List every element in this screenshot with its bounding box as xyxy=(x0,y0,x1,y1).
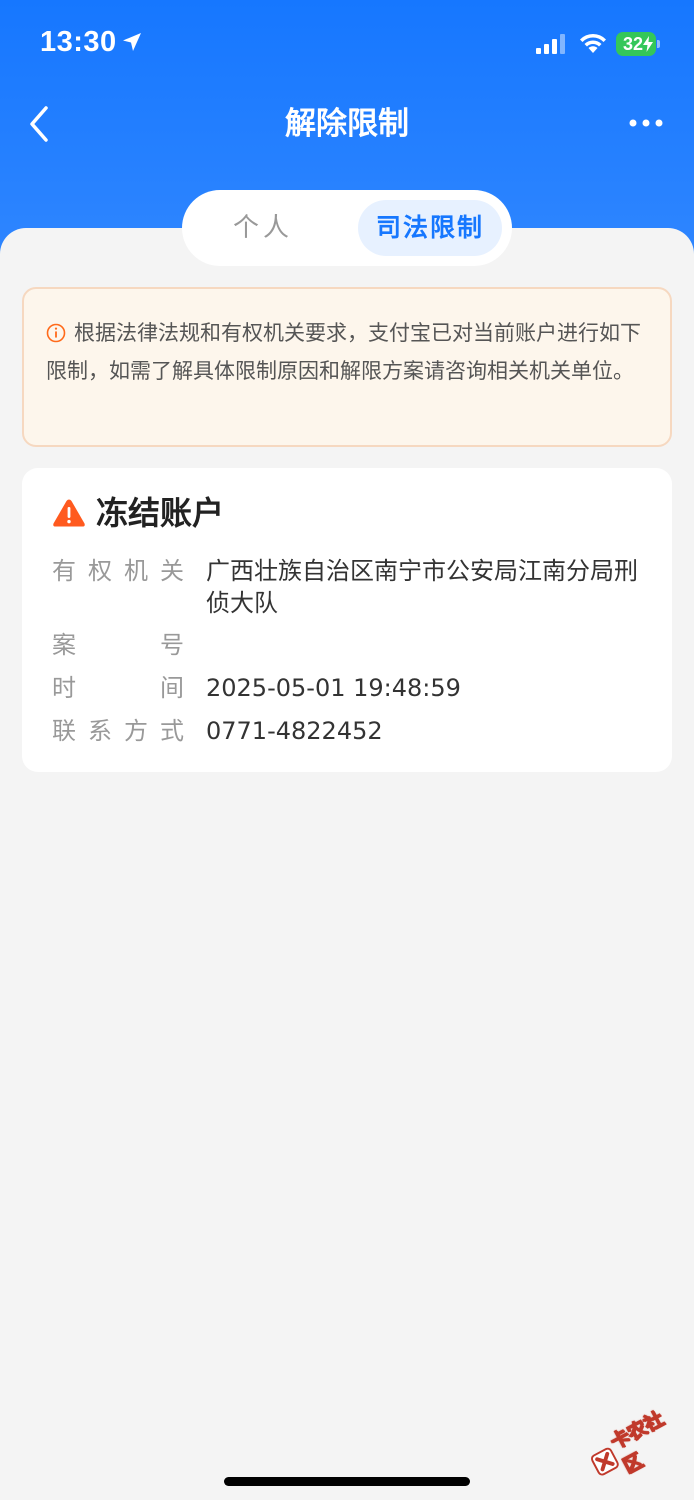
notice-text-container: 根据法律法规和有权机关要求，支付宝已对当前账户进行如下限制，如需了解具体限制原因… xyxy=(46,315,648,390)
label-char: 机 xyxy=(124,557,148,585)
value-authority: 广西壮族自治区南宁市公安局江南分局刑侦大队 xyxy=(206,557,638,617)
battery-cap xyxy=(657,40,660,48)
label-authority: 有权机关 xyxy=(52,555,184,587)
label-time: 时间 xyxy=(52,672,184,704)
label-char: 号 xyxy=(160,631,184,659)
info-circle-icon xyxy=(46,323,66,343)
label-char: 有 xyxy=(52,557,76,585)
location-arrow-icon xyxy=(123,33,141,51)
notice-text: 根据法律法规和有权机关要求，支付宝已对当前账户进行如下限制，如需了解具体限制原因… xyxy=(46,321,641,383)
status-time: 13:30 xyxy=(40,26,117,58)
label-char: 间 xyxy=(160,674,184,702)
tab-judicial-restriction[interactable]: 司法限制 xyxy=(358,200,502,256)
notice-banner: 根据法律法规和有权机关要求，支付宝已对当前账户进行如下限制，如需了解具体限制原因… xyxy=(22,287,672,447)
label-case-number: 案号 xyxy=(52,629,184,661)
label-char: 案 xyxy=(52,631,76,659)
cellular-signal-icon xyxy=(536,34,565,54)
label-contact: 联系方式 xyxy=(52,715,184,747)
bolt-icon xyxy=(643,36,653,52)
page-title: 解除限制 xyxy=(285,106,409,142)
label-char: 关 xyxy=(160,557,184,585)
label-char: 联 xyxy=(52,717,76,745)
battery-charging-icon: 32 xyxy=(616,32,660,56)
label-char: 式 xyxy=(160,717,184,745)
tab-personal[interactable]: 个人 xyxy=(210,202,316,254)
value-time: 2025-05-01 19:48:59 xyxy=(206,674,461,702)
wifi-icon xyxy=(580,33,606,53)
restriction-card: 冻结账户 有权机关 广西壮族自治区南宁市公安局江南分局刑侦大队 案号 时间 20… xyxy=(22,468,672,772)
warning-triangle-icon xyxy=(53,499,85,527)
label-char: 时 xyxy=(52,674,76,702)
tab-switch: 个人 司法限制 xyxy=(182,190,512,266)
restriction-title: 冻结账户 xyxy=(96,494,225,532)
value-contact: 0771-4822452 xyxy=(206,717,383,745)
more-options-button[interactable] xyxy=(626,114,666,132)
label-char: 方 xyxy=(124,717,148,745)
label-char: 权 xyxy=(88,557,112,585)
home-indicator[interactable] xyxy=(224,1477,470,1486)
label-char: 系 xyxy=(88,717,112,745)
